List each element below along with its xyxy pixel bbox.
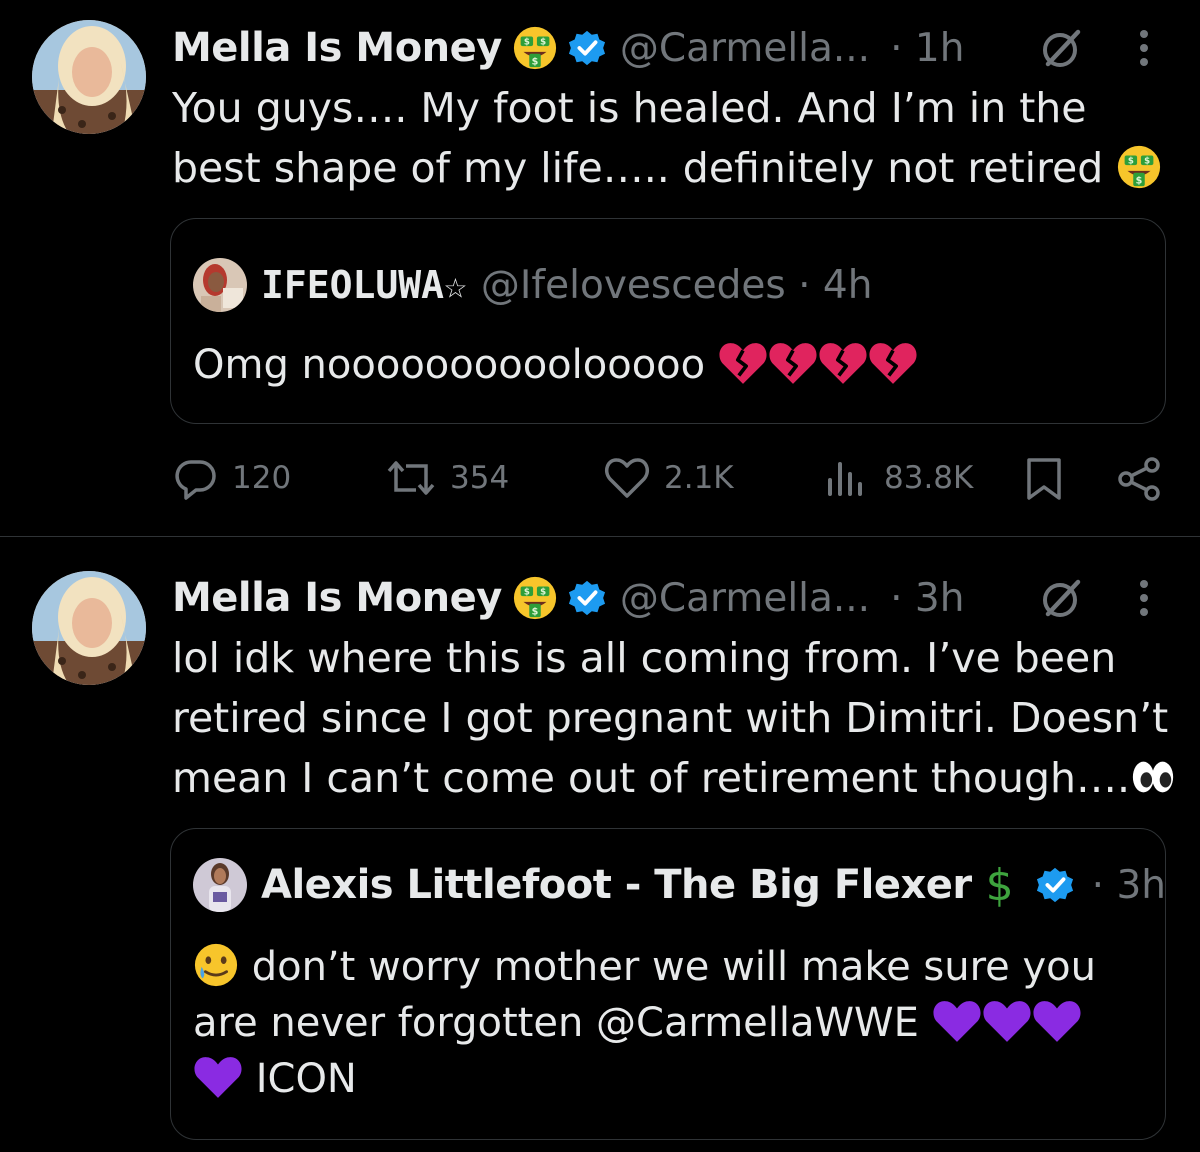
verified-badge-icon[interactable] [568,579,606,617]
views-button[interactable]: 83.8K [826,456,973,500]
tweet-text-line: retired since I got pregnant with Dimitr… [172,694,1169,742]
quote-text-segment: ICON [255,1056,357,1102]
tweet-time[interactable]: · 1h [890,26,964,71]
quote-text-line: don’t worry mother we will make sure you [193,939,1143,995]
reply-count: 120 [232,460,292,496]
money-mouth-face-emoji [512,575,558,621]
avatar[interactable] [32,571,146,685]
quote-text: Omg noooooooooolooooo [193,337,1143,393]
verified-badge-icon[interactable] [568,29,606,67]
verified-badge-icon[interactable] [1036,866,1074,904]
quote-text: don’t worry mother we will make sure you… [193,939,1143,1107]
grok-icon[interactable] [1040,576,1084,620]
quote-avatar[interactable] [193,258,247,312]
tweet-text: You guys…. My foot is healed. And I’m in… [172,78,1182,198]
broken-heart-emoji [768,340,818,386]
reply-button[interactable]: 120 [174,456,291,500]
views-icon [828,462,862,496]
money-mouth-face-emoji [512,25,558,71]
tear-smile-emoji [194,943,238,987]
quote-time[interactable]: · 3h [1092,863,1166,908]
like-count: 2.1K [664,460,734,496]
repost-button[interactable]: 354 [386,456,509,500]
repost-icon [387,461,435,495]
dollar-sign-emoji: $ [985,859,1014,911]
tweet-text-line: mean I can’t come out of retirement thou… [172,748,1182,808]
quote-header: IFEOLUWA☆ @Ifelovescedes · 4h [193,255,872,315]
more-icon[interactable] [1138,576,1150,620]
bookmark-icon[interactable] [1024,456,1064,502]
quote-avatar[interactable] [193,858,247,912]
money-mouth-face-emoji [1116,144,1162,190]
action-bar: 120 354 2.1K 83.8K [0,452,1200,512]
tweet-text-line: lol idk where this is all coming from. I… [172,634,1117,682]
purple-heart-emoji [1032,998,1082,1044]
avatar[interactable] [32,20,146,134]
author-handle[interactable]: @Carmella... [620,26,870,71]
tweet-header: Mella Is Money @Carmella... · 3h [172,568,964,628]
tweet-text-segment: mean I can’t come out of retirement thou… [172,754,1131,802]
author-name[interactable]: Mella Is Money [172,25,502,71]
quote-author-handle[interactable]: @Ifelovescedes · 4h [481,263,873,308]
broken-heart-emoji [818,340,868,386]
author-name[interactable]: Mella Is Money [172,575,502,621]
tweet[interactable]: Mella Is Money @Carmella... · 3h lol idk… [0,537,1200,1152]
like-button[interactable]: 2.1K [604,456,734,500]
quoted-tweet[interactable]: IFEOLUWA☆ @Ifelovescedes · 4h Omg nooooo… [170,218,1166,424]
purple-heart-emoji [193,1054,243,1100]
tweet-text-segment: best shape of my life….. definitely not … [172,144,1104,192]
tweet-text-line: You guys…. My foot is healed. And I’m in… [172,84,1087,132]
quote-mention-link[interactable]: are never forgotten @CarmellaWWE [193,1000,919,1046]
tweet-text: lol idk where this is all coming from. I… [172,628,1182,808]
share-icon[interactable] [1116,456,1162,502]
tweet-text-line: best shape of my life….. definitely not … [172,138,1182,198]
quote-text-segment: Omg noooooooooolooooo [193,342,706,388]
quote-author-name[interactable]: Alexis Littlefoot - The Big Flexer [261,862,972,908]
quote-text-segment: don’t worry mother we will make sure you [251,944,1096,990]
tweet-time[interactable]: · 3h [890,576,964,621]
eyes-emoji [1132,761,1174,793]
more-icon[interactable] [1138,26,1150,70]
author-handle[interactable]: @Carmella... [620,576,870,621]
repost-count: 354 [450,460,510,496]
view-count: 83.8K [884,460,974,496]
tweet[interactable]: Mella Is Money @Carmella... · 1h You guy… [0,0,1200,537]
purple-heart-emoji [932,998,982,1044]
quoted-tweet[interactable]: Alexis Littlefoot - The Big Flexer $ · 3… [170,828,1166,1140]
quote-text-line: are never forgotten @CarmellaWWE [193,995,1143,1051]
reply-icon [175,460,216,500]
grok-icon[interactable] [1040,26,1084,70]
broken-heart-emoji [868,340,918,386]
purple-heart-emoji [982,998,1032,1044]
quote-text-line: ICON [193,1051,1143,1107]
tweet-header: Mella Is Money @Carmella... · 1h [172,18,964,78]
quote-header: Alexis Littlefoot - The Big Flexer $ · 3… [193,855,1166,915]
like-icon [605,458,649,498]
broken-heart-emoji [718,340,768,386]
quote-author-name[interactable]: IFEOLUWA☆ [261,263,467,307]
